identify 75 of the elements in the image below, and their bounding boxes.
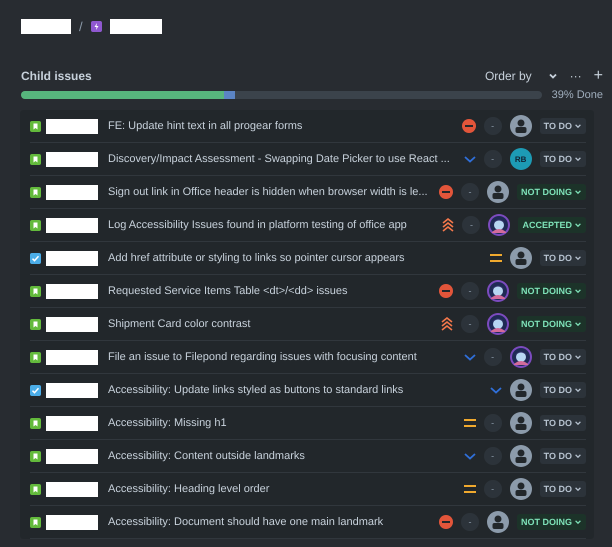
- estimate-badge: -: [461, 513, 479, 531]
- status-dropdown[interactable]: TO DO: [540, 382, 586, 398]
- chevron-down-icon: [574, 188, 582, 196]
- status-dropdown[interactable]: ACCEPTED: [518, 217, 586, 233]
- chevron-down-icon: [574, 155, 582, 163]
- avatar: RB: [510, 148, 532, 170]
- issue-title[interactable]: Accessibility: Missing h1: [104, 417, 460, 429]
- redacted-block: [46, 218, 98, 232]
- redacted-block: [46, 250, 98, 266]
- issue-title[interactable]: Accessibility: Update links styled as buttons to standard links: [104, 384, 486, 396]
- redacted-block: [46, 284, 98, 298]
- redacted-block: [46, 514, 98, 530]
- status-dropdown[interactable]: TO DO: [540, 349, 586, 365]
- status-dropdown[interactable]: TO DO: [540, 250, 586, 266]
- chevron-down-icon: [574, 254, 582, 262]
- issue-title[interactable]: Shipment Card color contrast: [104, 318, 437, 330]
- estimate-badge: -: [484, 447, 502, 465]
- chevron-down-icon: [574, 353, 582, 361]
- redacted-block: [46, 184, 98, 200]
- issue-title[interactable]: Accessibility: Document should have one main landmark: [104, 516, 435, 528]
- lightning-icon: [90, 21, 102, 32]
- issue-title[interactable]: Add href attribute or styling to links so pointer cursor appears: [104, 252, 486, 264]
- issue-title[interactable]: Log Accessibility Issues found in platform testing of office app: [104, 219, 438, 231]
- redacted-block: [21, 19, 71, 34]
- estimate-badge: -: [484, 348, 502, 366]
- estimate-badge: -: [461, 282, 479, 300]
- status-dropdown[interactable]: TO DO: [540, 415, 586, 431]
- estimate-badge: -: [484, 414, 502, 432]
- add-button[interactable]: +: [594, 67, 603, 85]
- redacted-block: [46, 382, 98, 398]
- chevron-down-icon: [574, 518, 582, 526]
- issue-title[interactable]: Discovery/Impact Assessment - Swapping Date Picker to use React ...: [104, 153, 460, 165]
- redacted-block: [46, 152, 98, 166]
- redacted-block: [46, 482, 98, 496]
- chevron-down-icon: [574, 122, 582, 130]
- redacted-block: [110, 19, 162, 34]
- more-button[interactable]: ···: [570, 69, 582, 83]
- chevron-down-icon: [574, 452, 582, 460]
- estimate-badge: -: [461, 183, 479, 201]
- estimate-badge: -: [484, 480, 502, 498]
- redacted-block: [46, 316, 98, 332]
- section-title: Child issues: [21, 69, 93, 83]
- breadcrumb-separator: /: [79, 19, 83, 34]
- status-dropdown[interactable]: NOT DOING: [517, 184, 586, 200]
- issue-title[interactable]: Accessibility: Content outside landmarks: [104, 450, 460, 462]
- status-dropdown[interactable]: TO DO: [540, 118, 586, 134]
- issue-title[interactable]: Sign out link in Office header is hidden when browser width is le...: [104, 186, 435, 198]
- in-progress-segment: [224, 91, 236, 99]
- issue-title[interactable]: FE: Update hint text in all progear forms: [104, 120, 458, 132]
- chevron-down-icon: [574, 386, 582, 394]
- status-dropdown[interactable]: NOT DOING: [517, 283, 586, 299]
- estimate-badge: -: [461, 315, 479, 333]
- status-dropdown[interactable]: TO DO: [540, 448, 586, 464]
- progress-label: 39% Done: [552, 89, 603, 101]
- redacted-block: [46, 416, 98, 430]
- chevron-down-icon: [548, 71, 558, 81]
- chevron-down-icon: [574, 485, 582, 493]
- chevron-down-icon: [574, 287, 582, 295]
- estimate-badge: -: [484, 117, 502, 135]
- redacted-block: [46, 118, 98, 134]
- chevron-down-icon: [574, 419, 582, 427]
- status-dropdown[interactable]: NOT DOING: [517, 514, 586, 530]
- status-dropdown[interactable]: TO DO: [540, 481, 586, 497]
- status-dropdown[interactable]: TO DO: [540, 151, 586, 167]
- status-dropdown[interactable]: NOT DOING: [517, 316, 586, 332]
- issue-title[interactable]: Accessibility: Heading level order: [104, 483, 460, 495]
- chevron-down-icon: [574, 320, 582, 328]
- chevron-down-icon: [574, 221, 582, 229]
- redacted-block: [46, 448, 98, 464]
- issue-title[interactable]: Requested Service Items Table <dt>/<dd> issues: [104, 285, 435, 297]
- estimate-badge: -: [462, 216, 480, 234]
- estimate-badge: -: [484, 150, 502, 168]
- redacted-block: [46, 350, 98, 364]
- order-by-button[interactable]: Order by: [484, 69, 558, 83]
- issue-title[interactable]: File an issue to Filepond regarding issues with focusing content: [104, 351, 460, 363]
